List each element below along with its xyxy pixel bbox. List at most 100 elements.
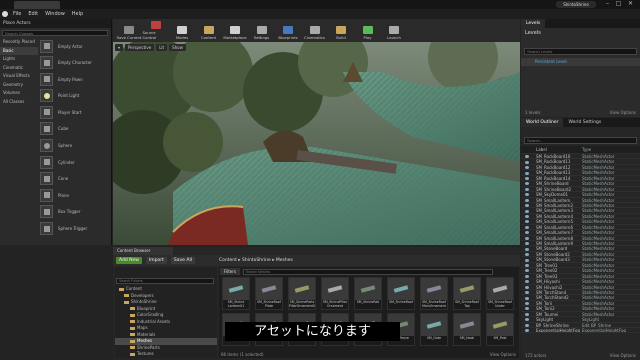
blueprints-button[interactable]: Blueprints [275,19,301,42]
actor-item[interactable]: Plane [40,187,112,203]
menu-window[interactable]: Window [45,11,65,17]
maximize-icon[interactable]: □ [614,1,623,7]
visibility-eye-icon[interactable] [525,209,529,213]
import-button[interactable]: Import [145,257,167,264]
cb-view-options[interactable]: View Options [490,352,516,357]
category-all-classes[interactable]: All Classes [0,98,38,107]
play-button[interactable]: Play [355,19,381,42]
visibility-eye-icon[interactable] [525,285,529,289]
level-viewport[interactable]: ▾ Perspective Lit Show [113,42,520,245]
add-new-button[interactable]: Add New [116,257,142,264]
category-cinematic[interactable]: Cinematic [0,64,38,73]
asset-tile[interactable]: SM_Post [486,313,514,346]
visibility-eye-icon[interactable] [525,160,529,164]
build-button[interactable]: Build [328,19,354,42]
viewport-menu-button[interactable]: ▾ [115,44,124,51]
content-button[interactable]: Content [196,19,222,42]
search-meshes-input[interactable] [243,268,493,275]
search-levels-input[interactable] [524,48,637,55]
asset-tile[interactable]: SM_ShrineRoof Plate [255,277,283,310]
persistent-level-row[interactable]: Persistent Level [521,58,640,66]
visibility-eye-icon[interactable] [525,171,529,175]
search-outliner-input[interactable] [524,137,637,144]
visibility-eye-icon[interactable] [525,215,529,218]
asset-tile[interactable]: SM_ShrineRoof MainOrnament [420,277,448,310]
col-type[interactable]: Type [582,146,591,153]
actor-item[interactable]: Sphere Trigger [40,221,112,237]
asset-tile[interactable]: SM_ShrineRoof [387,277,415,310]
cinematics-button[interactable]: Cinematics [302,19,328,42]
search-classes-input[interactable] [2,30,108,36]
launch-button[interactable]: Launch [381,19,407,42]
tab-world-settings[interactable]: World Settings [563,118,606,127]
actor-item[interactable]: Cube [40,121,112,137]
category-volumes[interactable]: Volumes [0,89,38,98]
category-geometry[interactable]: Geometry [0,81,38,90]
visibility-eye-icon[interactable] [525,302,529,305]
actor-label: SM_SmallLantern2 [536,202,573,208]
show-button[interactable]: Show [169,44,186,51]
outliner-row[interactable]: ExponentialHeightFog ExponentialHeightFog [521,328,640,334]
actor-item[interactable]: Cone [40,171,112,187]
document-tab[interactable] [14,1,60,9]
breadcrumb-content[interactable]: Content [219,258,237,263]
close-icon[interactable]: ✕ [626,1,635,7]
actor-item[interactable]: Empty Actor [40,38,112,54]
save-all-button[interactable]: Save All [170,257,195,264]
marketplace-button[interactable]: Marketplace [222,19,248,42]
visibility-eye-icon[interactable] [525,236,529,240]
asset-tile[interactable]: SM_ShrineRoof Under [486,277,514,310]
breadcrumb-meshes[interactable]: Meshes [276,258,293,263]
perspective-button[interactable]: Perspective [125,44,155,51]
tab-content-browser[interactable]: Content Browser [113,247,173,255]
actor-item[interactable]: Player Start [40,104,112,120]
settings-button[interactable]: Settings [249,19,275,42]
actor-item[interactable]: Empty Pawn [40,71,112,87]
actor-item[interactable]: Sphere [40,138,112,154]
actor-type: StaticMeshActor [582,306,615,311]
category-recently-placed[interactable]: Recently Placed [0,38,38,47]
visibility-eye-icon[interactable] [525,225,529,229]
asset-tile[interactable]: SM_ShrinePillar Ornament [321,277,349,310]
minimize-icon[interactable]: – [603,1,612,7]
menu-file[interactable]: File [13,11,21,17]
tree-node[interactable]: Textures [115,351,217,358]
actor-item[interactable]: Point Light [40,88,112,104]
category-basic[interactable]: Basic [0,46,38,55]
visibility-eye-icon[interactable] [525,323,529,327]
visibility-eye-icon[interactable] [525,198,529,202]
visibility-eye-icon[interactable] [525,263,529,267]
asset-tile[interactable]: SM_Shrine Lantern01 [222,277,250,310]
asset-tile[interactable]: SM_ShrineRail [354,277,382,310]
visibility-eye-icon[interactable] [525,247,529,251]
visibility-eye-icon[interactable] [525,187,529,191]
col-label[interactable]: Label [524,146,582,153]
search-folders-input[interactable] [116,278,214,284]
source-control-button[interactable]: Source Control [143,19,169,42]
actor-item[interactable]: Empty Character [40,55,112,71]
menu-edit[interactable]: Edit [28,11,38,17]
visibility-eye-icon[interactable] [525,312,529,316]
visibility-eye-icon[interactable] [525,176,529,180]
category-visual-effects[interactable]: Visual Effects [0,72,38,81]
filters-button[interactable]: Filters [220,268,240,275]
asset-tile[interactable]: SM_ShrineParts PillarOrnament03 [288,277,316,310]
asset-tile[interactable]: SM_Hook [453,313,481,346]
actor-item[interactable]: Cylinder [40,154,112,170]
levels-view-options[interactable]: View Options [610,110,636,115]
save-button[interactable]: Save Current [116,19,142,42]
asset-tile[interactable]: SM_Gate [420,313,448,346]
lit-button[interactable]: Lit [156,44,168,51]
actor-item[interactable]: Box Trigger [40,204,112,220]
category-lights[interactable]: Lights [0,55,38,64]
tab-levels[interactable]: Levels [521,19,546,28]
outliner-view-options[interactable]: View Options [610,353,636,358]
menu-help[interactable]: Help [72,11,83,17]
visibility-eye-icon[interactable] [525,258,529,262]
asset-tile[interactable]: SM_ShrineRoof Top [453,277,481,310]
visibility-eye-icon[interactable] [525,274,529,278]
breadcrumb-shintoshrine[interactable]: ShintoShrine [242,258,271,263]
modes-button[interactable]: Modes [169,19,195,42]
visibility-eye-icon[interactable] [525,296,529,300]
tab-world-outliner[interactable]: World Outliner [521,118,564,127]
